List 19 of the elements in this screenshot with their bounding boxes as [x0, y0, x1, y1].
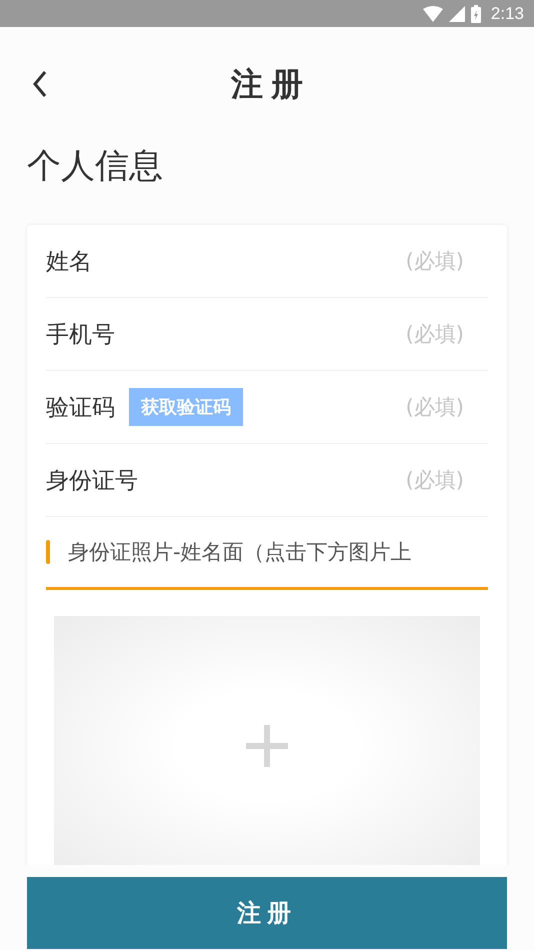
- back-icon[interactable]: [33, 70, 47, 98]
- field-label: 验证码: [46, 394, 115, 422]
- accent-bar: [46, 540, 50, 564]
- plus-icon: [246, 725, 288, 767]
- field-label: 手机号: [46, 320, 115, 350]
- signal-icon: [448, 6, 465, 22]
- clock-time: 2:13: [490, 4, 524, 24]
- battery-icon: [470, 4, 481, 22]
- page-title: 注册: [231, 64, 311, 105]
- field-label: 姓名: [46, 248, 92, 276]
- field-label: 身份证号: [46, 466, 138, 496]
- register-button[interactable]: 注册: [27, 877, 507, 949]
- input-field[interactable]: (必填): [257, 394, 488, 420]
- section-title: 个人信息: [26, 145, 164, 188]
- wifi-icon: [422, 6, 443, 22]
- input-field[interactable]: (必填): [129, 321, 488, 347]
- input-field[interactable]: (必填): [106, 248, 488, 274]
- input-field[interactable]: (必填): [152, 467, 488, 493]
- photo-label: 身份证照片-姓名面（点击下方图片上: [68, 539, 412, 566]
